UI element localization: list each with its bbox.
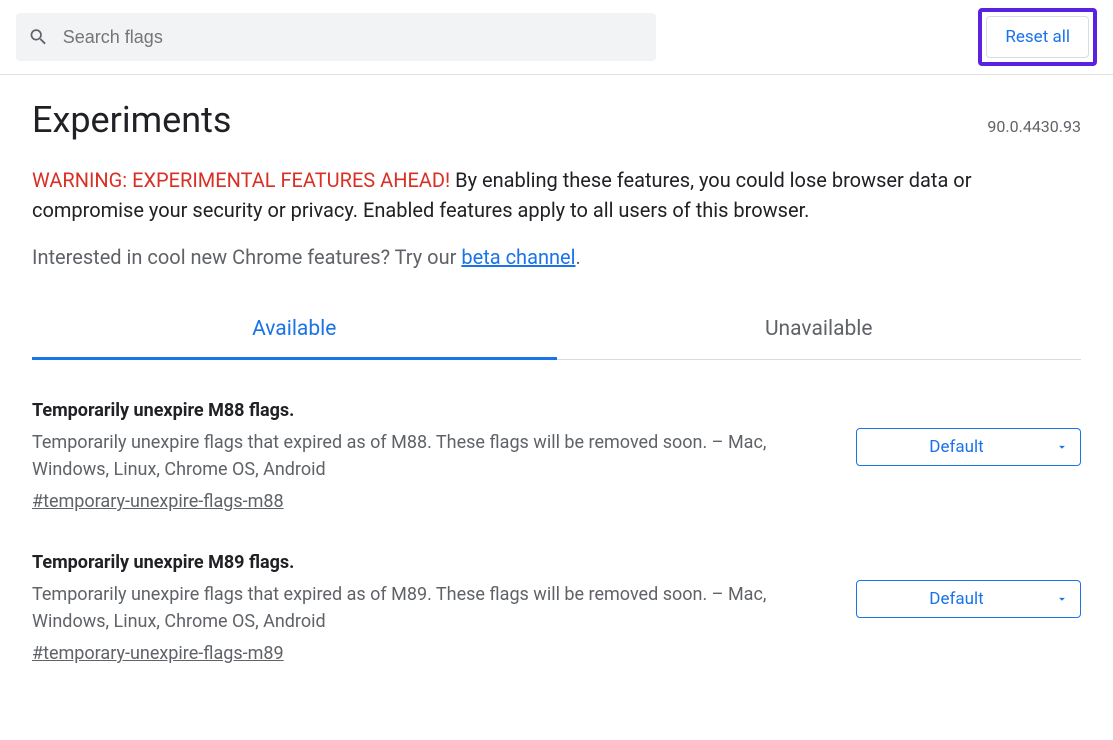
beta-line: Interested in cool new Chrome features? … <box>32 245 1081 269</box>
beta-suffix: . <box>576 245 581 269</box>
flag-desc: Temporarily unexpire flags that expired … <box>32 581 832 635</box>
content: Experiments 90.0.4430.93 WARNING: EXPERI… <box>0 75 1113 688</box>
search-container[interactable] <box>16 13 656 61</box>
flag-text: Temporarily unexpire M89 flags. Temporar… <box>32 552 856 664</box>
tab-available[interactable]: Available <box>32 301 557 360</box>
page-title: Experiments <box>32 99 231 141</box>
tabs: Available Unavailable <box>32 301 1081 360</box>
beta-channel-link[interactable]: beta channel <box>461 245 575 269</box>
flag-select-wrapper: Default <box>856 428 1081 466</box>
flag-title: Temporarily unexpire M88 flags. <box>32 400 832 421</box>
flag-item: Temporarily unexpire M88 flags. Temporar… <box>32 360 1081 512</box>
flag-anchor-link[interactable]: #temporary-unexpire-flags-m88 <box>32 491 284 512</box>
flag-desc: Temporarily unexpire flags that expired … <box>32 429 832 483</box>
flag-title: Temporarily unexpire M89 flags. <box>32 552 832 573</box>
warning-text: WARNING: EXPERIMENTAL FEATURES AHEAD! By… <box>32 165 1081 225</box>
flag-anchor-link[interactable]: #temporary-unexpire-flags-m89 <box>32 643 284 664</box>
flag-select[interactable]: Default <box>856 428 1081 466</box>
topbar: Reset all <box>0 0 1113 75</box>
flag-select-wrapper: Default <box>856 580 1081 618</box>
search-input[interactable] <box>63 27 644 48</box>
reset-highlight: Reset all <box>978 8 1097 66</box>
flag-item: Temporarily unexpire M89 flags. Temporar… <box>32 512 1081 664</box>
flag-select[interactable]: Default <box>856 580 1081 618</box>
search-icon <box>28 26 49 48</box>
reset-all-button[interactable]: Reset all <box>986 16 1089 58</box>
warning-label: WARNING: EXPERIMENTAL FEATURES AHEAD! <box>32 168 450 192</box>
version-text: 90.0.4430.93 <box>987 117 1081 136</box>
header-row: Experiments 90.0.4430.93 <box>32 99 1081 141</box>
tab-unavailable[interactable]: Unavailable <box>557 301 1082 359</box>
beta-prefix: Interested in cool new Chrome features? … <box>32 245 461 269</box>
flag-text: Temporarily unexpire M88 flags. Temporar… <box>32 400 856 512</box>
